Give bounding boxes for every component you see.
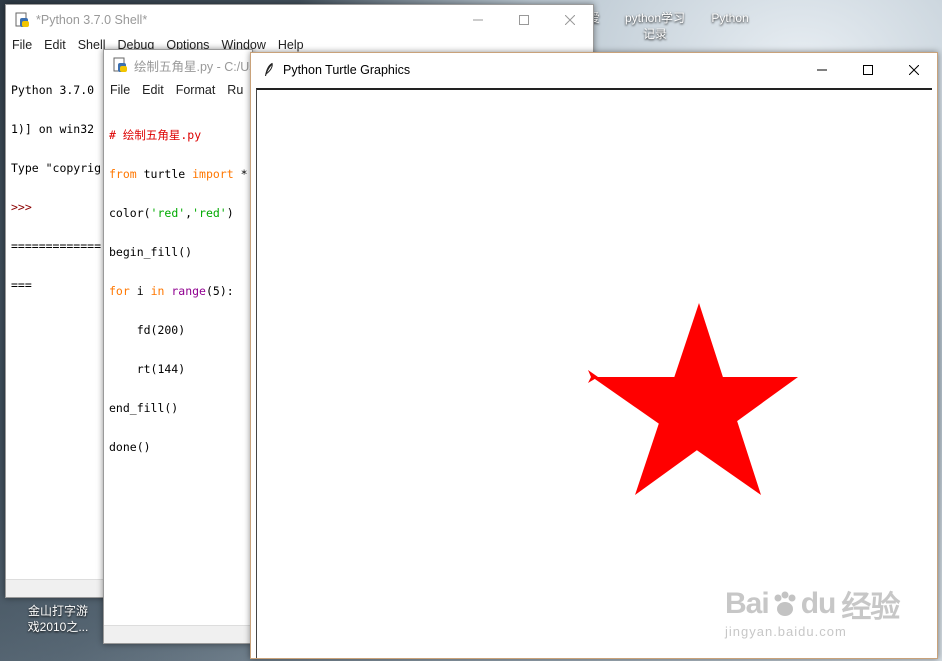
code-keyword: in xyxy=(150,284,165,298)
desktop-icon-python[interactable]: Python xyxy=(700,10,760,26)
editor-text-area[interactable]: # 绘制五角星.py from turtle import * color('r… xyxy=(104,100,252,482)
minimize-icon xyxy=(817,69,827,70)
code-string: 'red' xyxy=(150,206,186,220)
turtle-drawing xyxy=(588,303,798,495)
minimize-button[interactable] xyxy=(455,5,501,35)
desktop-icon-label: Python xyxy=(711,11,749,25)
python-file-icon xyxy=(15,12,29,27)
code-text: (5): xyxy=(205,284,234,298)
turtle-cursor xyxy=(588,370,598,383)
desktop-icon-label: python学习 xyxy=(624,11,686,25)
shell-titlebar[interactable]: *Python 3.7.0 Shell* xyxy=(6,5,593,35)
watermark-brand-cn: 经验 xyxy=(841,591,900,624)
code-builtin: range xyxy=(171,284,206,298)
maximize-button[interactable] xyxy=(845,53,891,86)
code-keyword: for xyxy=(109,284,130,298)
close-button[interactable] xyxy=(547,5,593,35)
menu-help[interactable]: Help xyxy=(272,38,310,52)
menu-edit[interactable]: Edit xyxy=(136,83,170,97)
watermark-url: jingyan.baidu.com xyxy=(725,624,847,639)
code-keyword: from xyxy=(109,167,137,181)
desktop-icon-label: 戏2010之... xyxy=(27,620,89,634)
menu-run[interactable]: Ru xyxy=(221,83,249,97)
desktop-icon-label: 记录 xyxy=(642,27,667,41)
tk-feather-icon xyxy=(265,62,273,76)
watermark-brand-2: du xyxy=(800,587,837,620)
editor-title: 绘制五角星.py - C:/Us xyxy=(134,59,252,74)
menu-file[interactable]: File xyxy=(6,38,38,52)
shell-title: *Python 3.7.0 Shell* xyxy=(36,13,148,27)
code-keyword: import xyxy=(192,167,234,181)
code-line-9: done() xyxy=(109,440,151,454)
code-comment: # 绘制五角星.py xyxy=(109,128,202,142)
desktop-icon-label: 金山打字游 xyxy=(27,604,88,618)
code-line-5: for i in range(5): xyxy=(109,285,247,298)
code-line-7: rt(144) xyxy=(109,362,186,376)
desktop-icon-typing-game[interactable]: 金山打字游 戏2010之... xyxy=(18,603,98,635)
code-text: i xyxy=(129,284,151,298)
desktop-icon-python-notes[interactable]: python学习 记录 xyxy=(615,10,695,42)
minimize-button[interactable] xyxy=(799,53,845,86)
editor-menubar: File Edit Format Ru xyxy=(104,80,252,100)
turtle-titlebar[interactable]: Python Turtle Graphics xyxy=(251,53,937,86)
maximize-icon xyxy=(519,15,529,25)
python-file-icon xyxy=(113,57,127,72)
red-star xyxy=(592,303,798,495)
turtle-title: Python Turtle Graphics xyxy=(283,62,411,77)
code-line-3: color('red','red') xyxy=(109,207,247,220)
close-icon xyxy=(565,15,575,25)
code-line-2: from turtle import * xyxy=(109,167,248,181)
code-text: * xyxy=(233,167,248,181)
editor-titlebar[interactable]: 绘制五角星.py - C:/Us xyxy=(104,50,252,80)
close-button[interactable] xyxy=(891,53,937,86)
code-string: 'red' xyxy=(192,206,227,220)
close-icon xyxy=(909,64,919,75)
editor-window[interactable]: 绘制五角星.py - C:/Us File Edit Format Ru # 绘… xyxy=(103,49,253,644)
code-text: color( xyxy=(109,206,151,220)
code-text: turtle xyxy=(136,167,193,181)
watermark-brand: Bai xyxy=(725,587,770,620)
paw-icon xyxy=(774,591,796,616)
editor-horizontal-scrollbar[interactable] xyxy=(104,625,252,643)
baidu-watermark: Bai du 经验 jingyan.baidu.com xyxy=(725,582,900,639)
turtle-canvas[interactable]: Bai du 经验 jingyan.baidu.com xyxy=(256,88,932,658)
code-text: ) xyxy=(226,206,234,220)
maximize-button[interactable] xyxy=(501,5,547,35)
turtle-window[interactable]: Python Turtle Graphics Bai du 经验 jingyan… xyxy=(250,52,938,659)
menu-edit[interactable]: Edit xyxy=(38,38,72,52)
menu-file[interactable]: File xyxy=(104,83,136,97)
code-line-8: end_fill() xyxy=(109,401,179,415)
maximize-icon xyxy=(863,64,873,75)
minimize-icon xyxy=(473,19,483,21)
code-line-1: # 绘制五角星.py xyxy=(109,129,247,142)
code-line-6: fd(200) xyxy=(109,323,186,337)
menu-format[interactable]: Format xyxy=(170,83,222,97)
code-line-4: begin_fill() xyxy=(109,245,193,259)
